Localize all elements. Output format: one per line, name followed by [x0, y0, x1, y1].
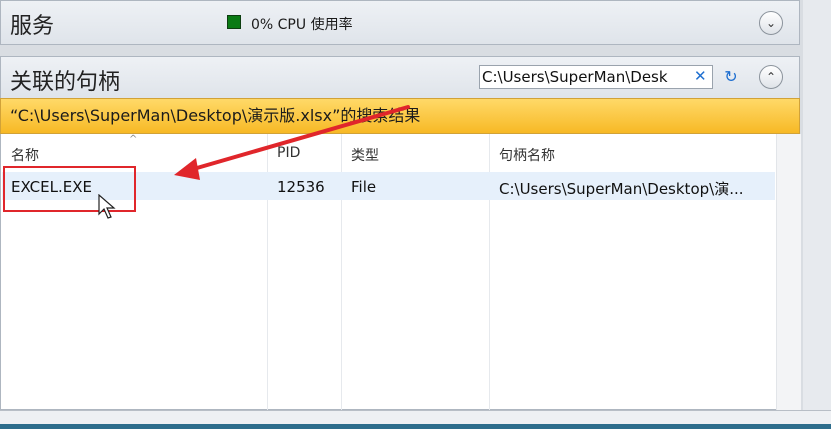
column-header-type[interactable]: 类型 [351, 145, 379, 165]
status-accent-bar [0, 424, 831, 429]
search-refresh-button[interactable]: ↻ [717, 65, 745, 89]
chevron-up-icon: ⌃ [765, 70, 777, 84]
annotation-highlight-box [3, 166, 136, 212]
handles-section-header: 关联的句柄 ✕ ↻ ⌃ [0, 56, 800, 98]
cell-handle-name[interactable]: C:\Users\SuperMan\Desktop\演... [499, 178, 744, 199]
cpu-usage-text: 0% CPU 使用率 [251, 17, 353, 33]
mouse-cursor-icon [98, 194, 116, 219]
services-title: 服务 [10, 14, 55, 39]
refresh-icon: ↻ [724, 67, 738, 86]
handles-title: 关联的句柄 [10, 70, 121, 95]
cell-pid[interactable]: 12536 [277, 178, 325, 196]
window-edge [803, 0, 831, 410]
column-header-name[interactable]: 名称 [11, 145, 39, 165]
collapse-handles-button[interactable]: ⌃ [759, 65, 783, 89]
cpu-indicator-icon [227, 15, 241, 29]
handle-search-box[interactable]: ✕ [479, 65, 713, 89]
sort-caret-icon: ^ [129, 134, 138, 145]
column-header-handle-name[interactable]: 句柄名称 [499, 145, 555, 165]
vertical-scrollbar[interactable] [776, 134, 801, 410]
status-strip [0, 410, 831, 429]
cell-type[interactable]: File [351, 178, 376, 196]
expand-services-button[interactable]: ⌄ [759, 11, 783, 35]
clear-search-icon[interactable]: ✕ [694, 67, 707, 85]
search-result-banner: “C:\Users\SuperMan\Desktop\演示版.xlsx”的搜索结… [0, 98, 800, 134]
chevron-down-icon: ⌄ [765, 16, 777, 30]
column-header-pid[interactable]: PID [277, 145, 300, 161]
handle-search-input[interactable] [482, 67, 687, 87]
services-section-header[interactable]: 服务 0% CPU 使用率 ⌄ [0, 0, 800, 45]
